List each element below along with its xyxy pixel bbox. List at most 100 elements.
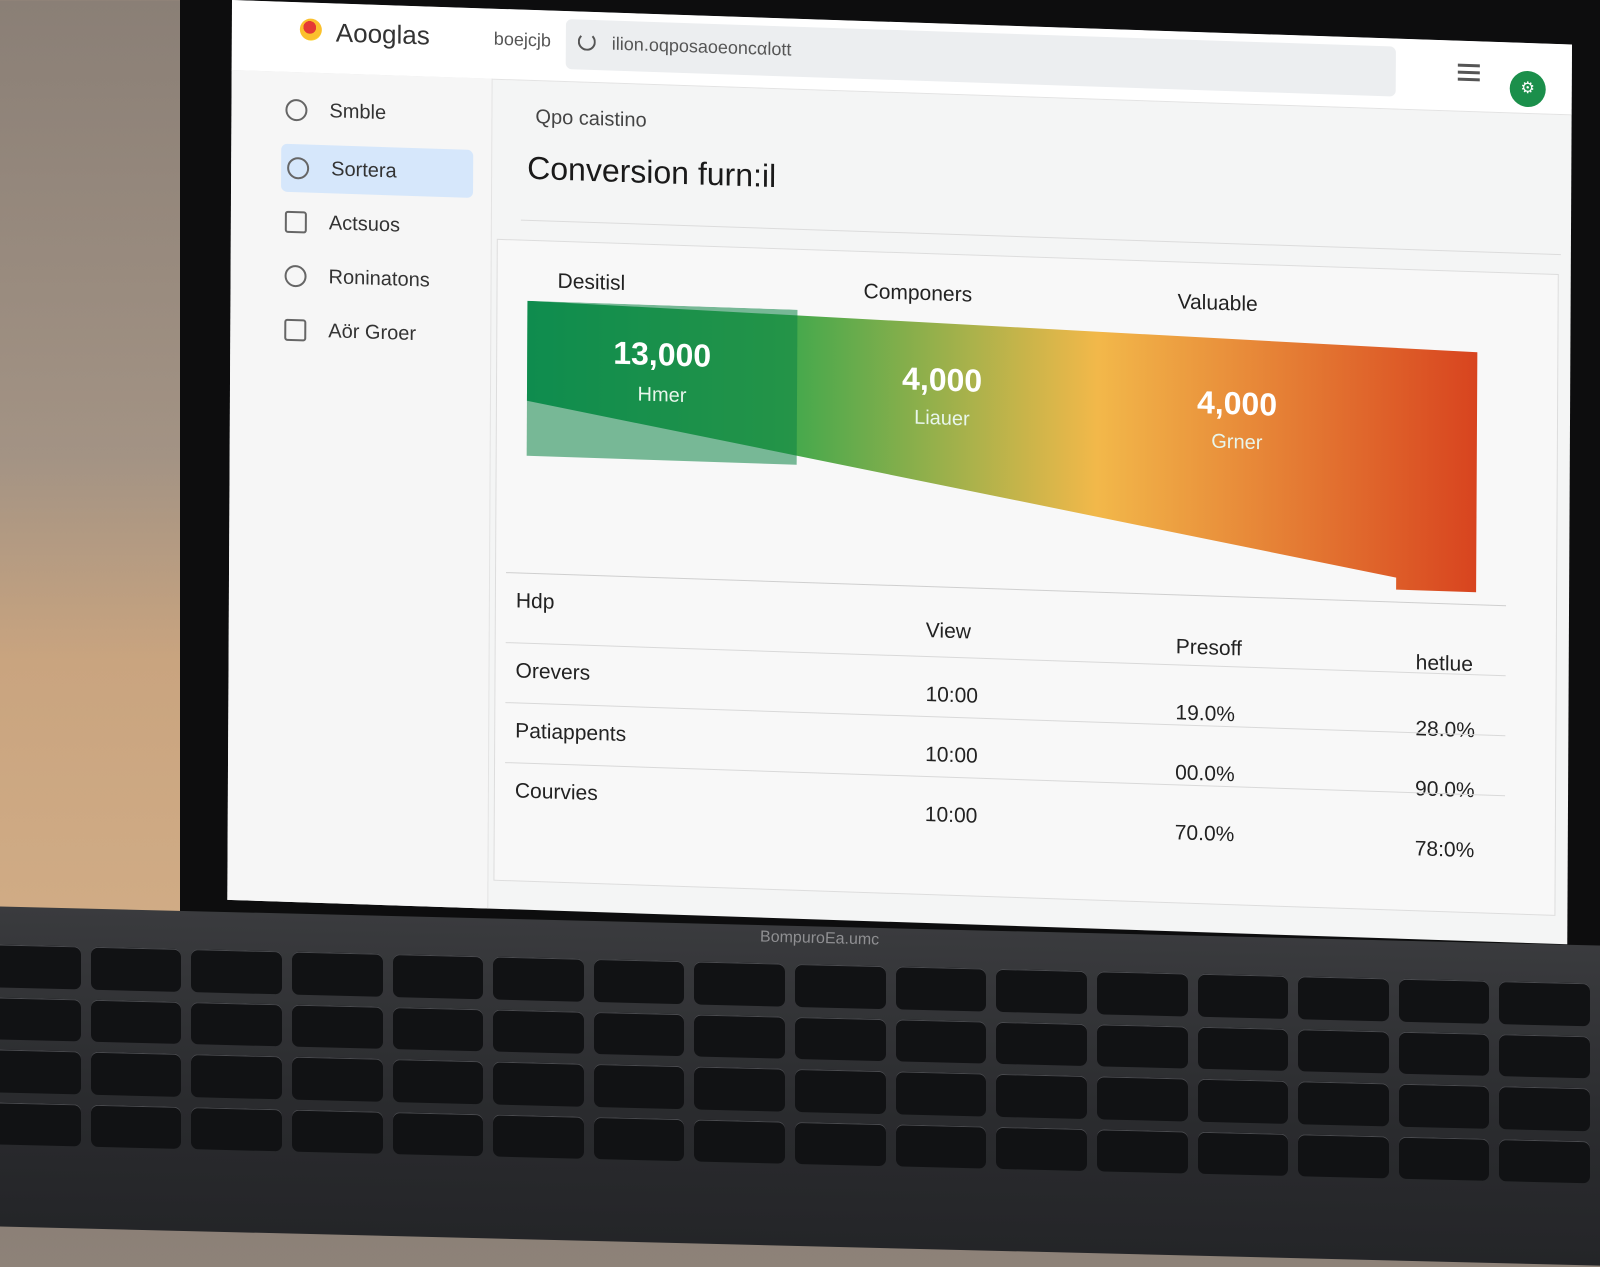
- table-cell: 00.0%: [1175, 761, 1235, 787]
- funnel-card: Desitisl Componers Valuable 13,000 Hmer …: [493, 238, 1559, 916]
- table-cell: 78:0%: [1414, 837, 1475, 863]
- keyboard-key: [1096, 971, 1188, 1016]
- table-cell: 10:00: [925, 743, 978, 768]
- keyboard-key: [593, 1011, 685, 1057]
- sidebar-item-aor-groer[interactable]: Aör Groer: [278, 306, 478, 361]
- breadcrumb[interactable]: boejcjb: [494, 29, 551, 52]
- keyboard-key: [1096, 1023, 1188, 1069]
- keyboard-key: [90, 1051, 182, 1097]
- keyboard-key: [1499, 1138, 1590, 1184]
- keyboard-key: [0, 944, 81, 989]
- keyboard-key: [90, 946, 182, 992]
- keyboard-key: [1197, 973, 1289, 1019]
- keyboard-key: [996, 1126, 1087, 1172]
- keyboard-key: [191, 1054, 282, 1099]
- screen: Aooglas boejcjb ⚙ Smble Sortera Actsuos …: [227, 0, 1572, 945]
- sidebar: Smble Sortera Actsuos Roninatons Aör Gro…: [227, 69, 493, 919]
- keyboard-key: [0, 1101, 81, 1147]
- sidebar-item-smble[interactable]: Smble: [279, 86, 479, 141]
- keyboard-key: [996, 968, 1087, 1014]
- sidebar-item-label: Sortera: [331, 157, 397, 182]
- header-cell: Hdp: [515, 589, 555, 614]
- keyboard-key: [1398, 978, 1490, 1024]
- stage-label: Valuable: [1177, 290, 1258, 317]
- keyboard-key: [1398, 1083, 1490, 1129]
- keyboard-key: [795, 963, 886, 1009]
- keyboard-key: [1197, 1026, 1289, 1071]
- keyboard-key: [1499, 1033, 1590, 1079]
- keyboard-key: [0, 996, 81, 1042]
- header-cell: View: [925, 619, 972, 644]
- table-cell: 70.0%: [1174, 821, 1235, 847]
- keyboard-key: [795, 1121, 886, 1167]
- keyboard-key: [593, 1116, 685, 1162]
- funnel-stage-value: 4,000: [902, 360, 982, 399]
- keyboard-key: [895, 1071, 987, 1117]
- keyboard-key: [593, 958, 685, 1004]
- keyboard-key: [291, 1056, 383, 1102]
- keyboard-key: [291, 951, 383, 997]
- page-title: Conversion furn:il: [527, 149, 777, 195]
- sidebar-item-label: Aör Groer: [328, 319, 417, 345]
- shield-icon: [287, 156, 310, 180]
- keyboard-key: [795, 1068, 886, 1114]
- keyboard-key: [291, 1109, 383, 1154]
- keyboard-key: [895, 966, 987, 1012]
- keyboard-key: [392, 1059, 484, 1104]
- keyboard-key: [291, 1004, 383, 1049]
- avatar[interactable]: ⚙: [1509, 70, 1546, 108]
- stage-label: Desitisl: [557, 269, 626, 296]
- table-cell: 10:00: [925, 683, 979, 708]
- table-cell: 19.0%: [1175, 701, 1236, 727]
- keyboard-key: [191, 1106, 282, 1152]
- keyboard-key: [694, 1066, 785, 1112]
- search-input[interactable]: [609, 32, 1374, 81]
- menu-icon[interactable]: [1457, 70, 1480, 75]
- funnel-chart: 13,000 Hmer 4,000 Liauer 4,000 Grner: [526, 300, 1478, 593]
- keyboard-key: [392, 1111, 484, 1157]
- keyboard-key: [1298, 1133, 1389, 1179]
- sidebar-item-actsuos[interactable]: Actsuos: [279, 198, 479, 253]
- keyboard-key: [493, 956, 584, 1002]
- keyboard-key: [593, 1063, 685, 1109]
- sidebar-item-label: Smble: [329, 99, 387, 124]
- search-icon: [577, 32, 596, 52]
- funnel-stage-1-band: [526, 300, 798, 465]
- funnel-stage-sublabel: Liauer: [914, 407, 970, 431]
- keyboard-key: [1096, 1128, 1188, 1174]
- keyboard-key: [1298, 976, 1389, 1021]
- keyboard-key: [392, 1006, 484, 1052]
- chat-icon: [284, 264, 307, 288]
- keyboard-key: [694, 1013, 785, 1059]
- keyboard-key: [191, 1001, 282, 1047]
- table-cell: Orevers: [515, 659, 591, 685]
- info-circle-icon: [285, 98, 308, 122]
- keyboard-key: [392, 954, 484, 999]
- funnel-stage-sublabel: Hmer: [638, 383, 687, 407]
- keyboard-key: [191, 949, 282, 994]
- keyboard-key: [493, 1061, 584, 1107]
- keyboard-key: [1398, 1136, 1490, 1181]
- keyboard-key: [1197, 1078, 1289, 1124]
- sidebar-item-roninatons[interactable]: Roninatons: [278, 252, 478, 307]
- header-cell: Presoff: [1175, 635, 1242, 661]
- main-content: Qpo caistino Conversion furn:il Desitisl…: [493, 80, 1561, 945]
- keyboard-key: [1398, 1031, 1490, 1076]
- keyboard-key: [996, 1021, 1087, 1067]
- keyboard-key: [1197, 1131, 1289, 1176]
- lock-icon: [284, 318, 307, 342]
- laptop-base: [0, 905, 1600, 1267]
- sidebar-item-label: Actsuos: [328, 211, 401, 237]
- keyboard-key: [895, 1018, 987, 1064]
- keyboard-key: [493, 1009, 584, 1054]
- table-cell: Patiappents: [515, 719, 627, 747]
- keyboard-key: [90, 999, 182, 1044]
- keyboard-key: [90, 1104, 182, 1149]
- keyboard-key: [996, 1073, 1087, 1119]
- keyboard-key: [0, 1049, 81, 1094]
- sidebar-item-sortera[interactable]: Sortera: [281, 143, 474, 198]
- app-name: Aooglas: [335, 17, 430, 51]
- keyboard-key: [1096, 1076, 1188, 1121]
- keyboard-key: [795, 1016, 886, 1062]
- keyboard-key: [694, 1118, 785, 1164]
